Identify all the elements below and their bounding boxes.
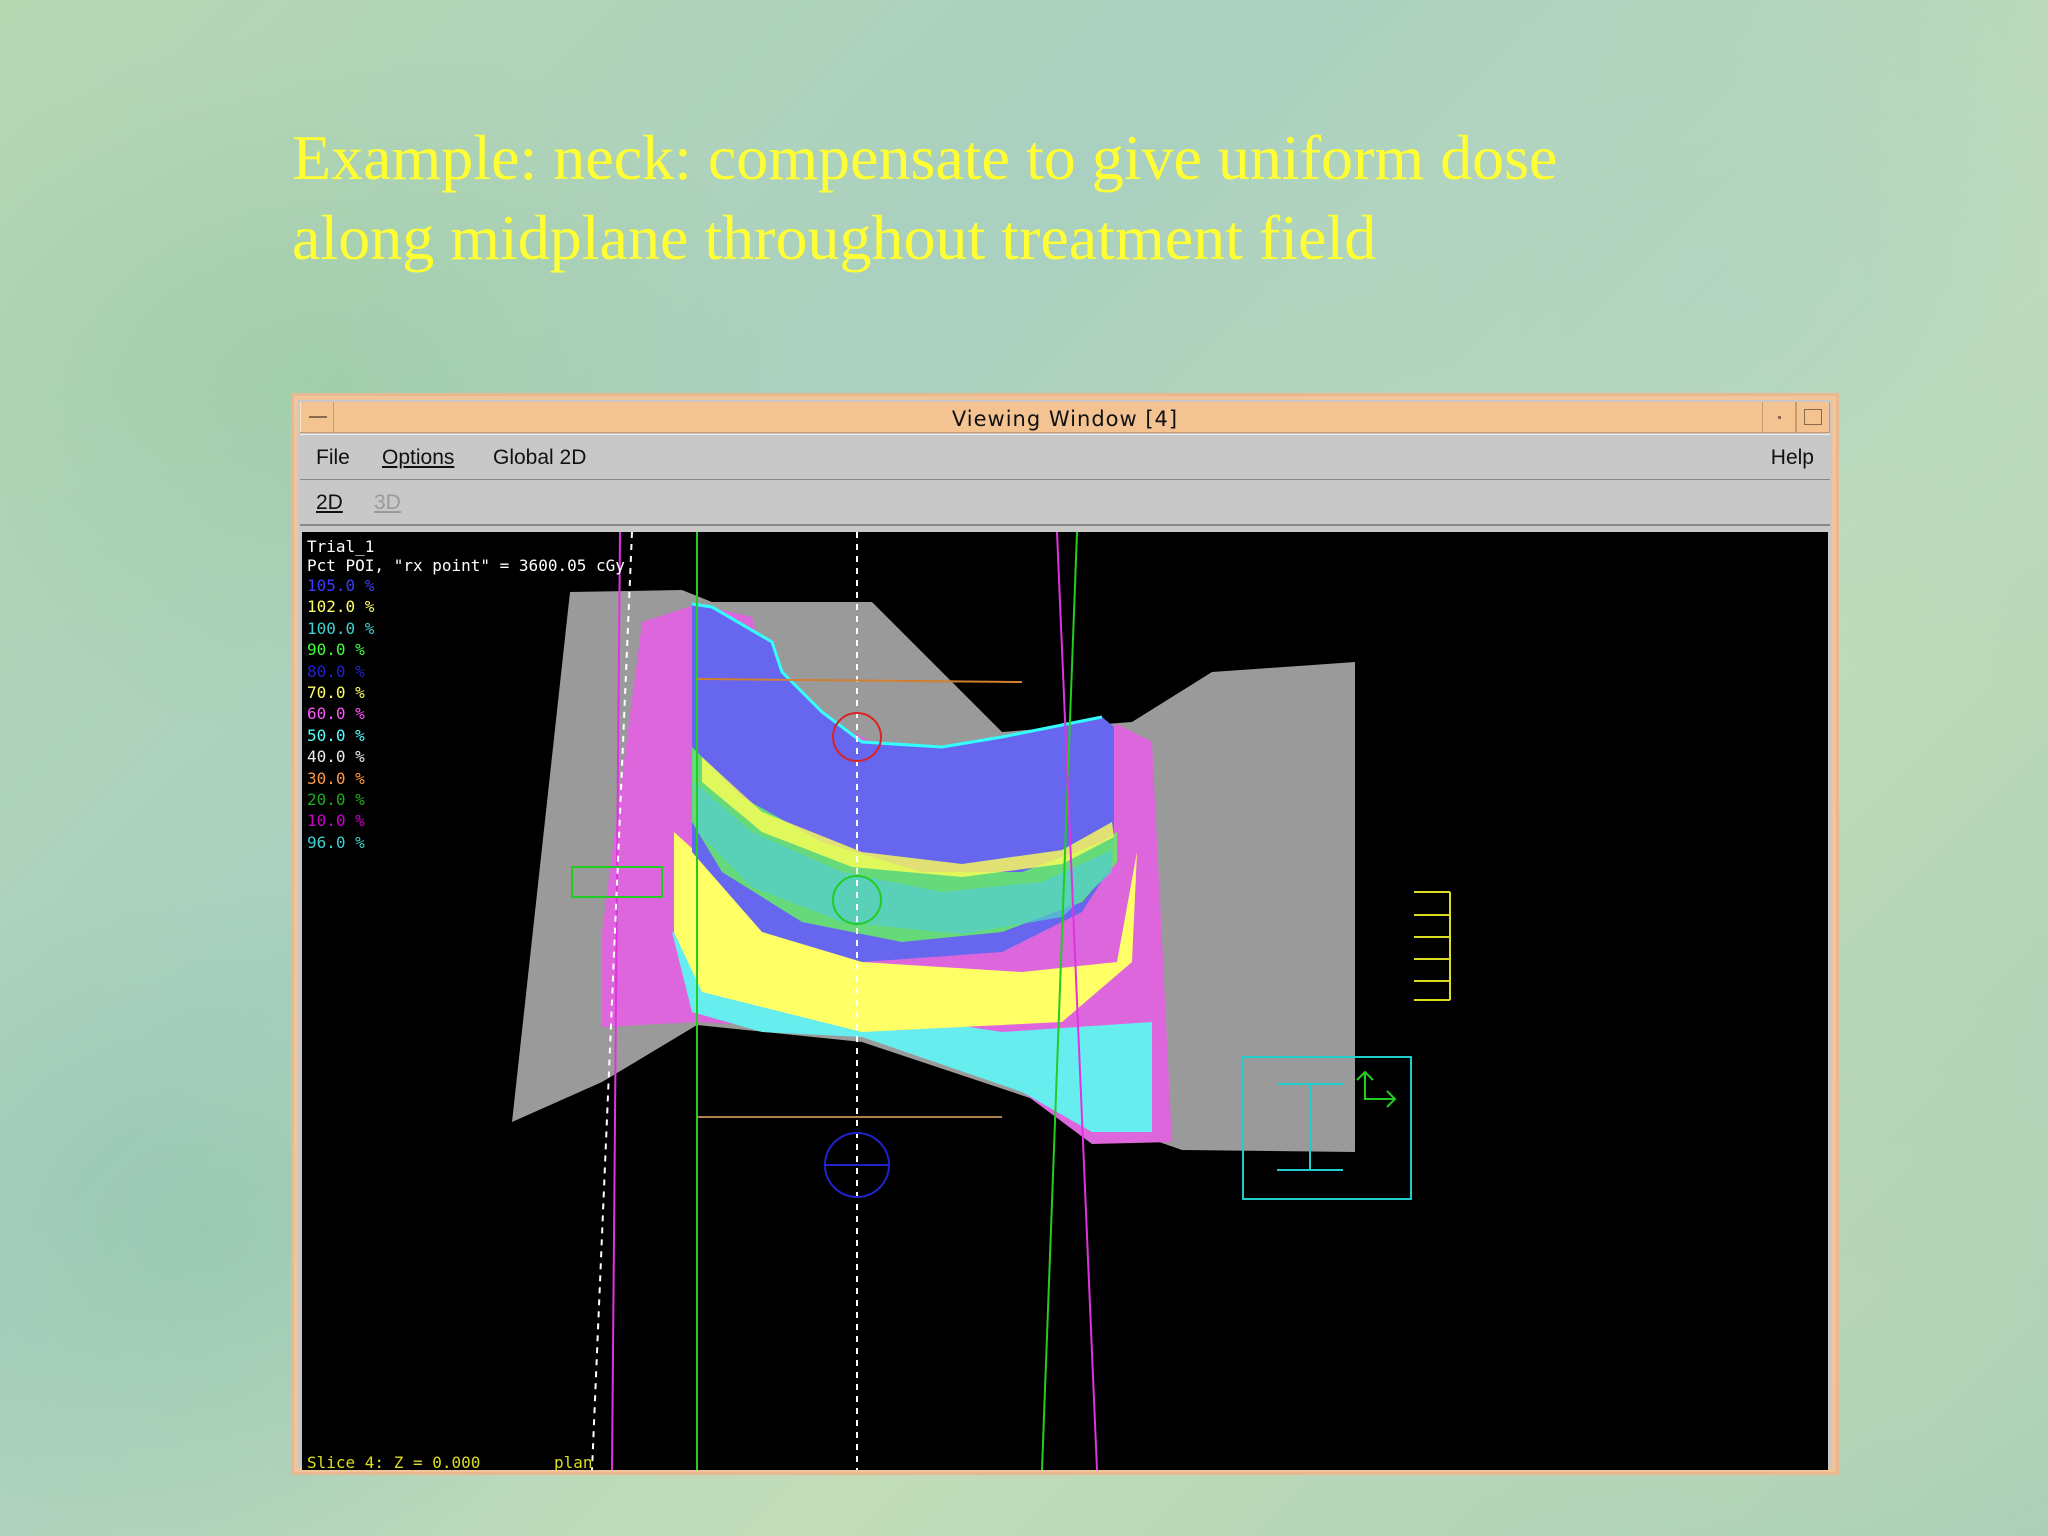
isodose-legend-item: 96.0 %	[307, 832, 365, 852]
viewport-info: Trial_1 Pct POI, "rx point" = 3600.05 cG…	[307, 537, 625, 575]
scale-ruler	[1414, 891, 1451, 1001]
menu-help[interactable]: Help	[1771, 446, 1814, 470]
menu-global-2d[interactable]: Global 2D	[493, 446, 586, 470]
tab-2d[interactable]: 2D	[316, 491, 343, 515]
maximize-button[interactable]	[1796, 402, 1830, 432]
slide-title-line1: Example: neck: compensate to give unifor…	[292, 122, 1558, 193]
isodose-legend-item: 30.0 %	[307, 768, 365, 788]
isodose-legend-item: 105.0 %	[307, 576, 375, 595]
isodose-legend-item: 20.0 %	[307, 790, 365, 810]
normalization-label: Pct POI, "rx point" = 3600.05 cGy	[307, 556, 625, 575]
isodose-legend-item: 50.0 %	[307, 725, 365, 745]
isodose-legend-item: 10.0 %	[307, 811, 365, 831]
trial-name: Trial_1	[307, 537, 375, 556]
isodose-legend-item: 40.0 %	[307, 747, 365, 767]
slide-title-line2: along midplane throughout treatment fiel…	[292, 202, 1377, 273]
axis-orientation-icon	[1356, 1070, 1397, 1108]
isodose-legend-item: 100.0 %	[307, 618, 375, 638]
dose-viewport[interactable]: Trial_1 Pct POI, "rx point" = 3600.05 cG…	[302, 532, 1828, 1470]
isodose-legend-item: 60.0 %	[307, 704, 365, 724]
menubar: File Options Global 2D Help	[300, 434, 1830, 481]
isodose-legend-item: 102.0 %	[307, 597, 375, 617]
menu-file[interactable]: File	[316, 446, 350, 470]
viewing-window: Viewing Window [4] File Options Global 2…	[291, 393, 1839, 1475]
tab-3d[interactable]: 3D	[374, 491, 401, 515]
menu-options[interactable]: Options	[382, 446, 454, 470]
window-title: Viewing Window [4]	[951, 407, 1179, 431]
dose-display	[512, 532, 1451, 1470]
isodose-legend-item: 90.0 %	[307, 640, 365, 660]
slice-info: Slice 4: Z = 0.000	[307, 1453, 481, 1470]
slide-title: Example: neck: compensate to give unifor…	[292, 118, 1792, 278]
isodose-legend-item: 70.0 %	[307, 683, 365, 703]
minimize-button[interactable]	[1762, 402, 1796, 432]
isodose-legend-item: 80.0 %	[307, 661, 365, 681]
isodose-legend: 105.0 % 102.0 % 100.0 % 90.0 % 80.0 % 70.0 % 6…	[307, 575, 374, 853]
plan-label: plan	[554, 1453, 593, 1470]
mode-toolbar: 2D 3D	[300, 480, 1830, 526]
window-titlebar[interactable]: Viewing Window [4]	[300, 402, 1830, 433]
